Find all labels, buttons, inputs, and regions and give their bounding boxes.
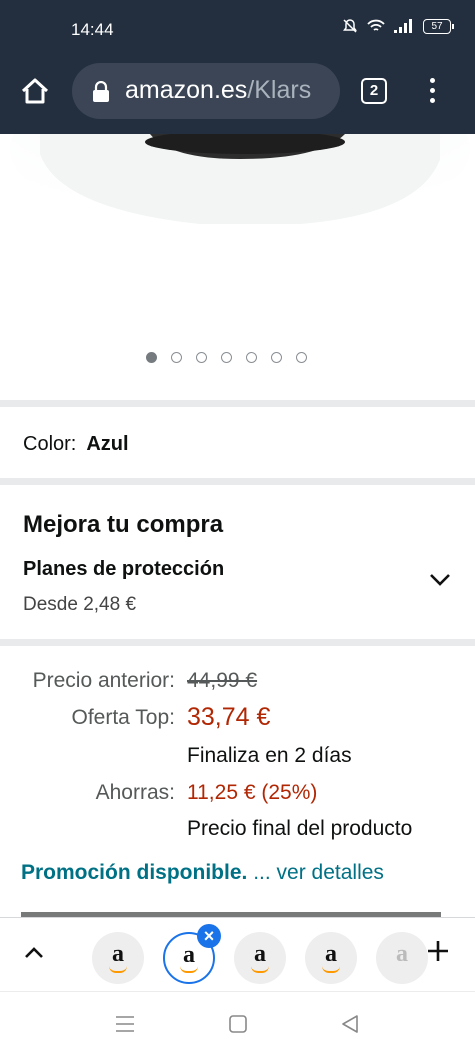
home-icon[interactable] xyxy=(20,76,50,106)
color-value: Azul xyxy=(86,433,129,455)
close-tab-icon[interactable]: × xyxy=(197,924,221,948)
tab-thumbnail[interactable]: a xyxy=(376,932,428,984)
color-selector[interactable]: Color: Azul xyxy=(23,433,129,456)
tab-thumbnail[interactable]: a xyxy=(92,932,144,984)
section-divider xyxy=(0,478,475,485)
overflow-menu-icon[interactable] xyxy=(424,75,440,105)
recent-apps-icon[interactable] xyxy=(115,1014,135,1034)
previous-price-value: 44,99 € xyxy=(187,669,258,692)
back-icon[interactable] xyxy=(340,1014,360,1034)
signal-icon xyxy=(394,19,412,33)
savings-label: Ahorras: xyxy=(95,781,175,804)
status-icons: 57 xyxy=(342,18,454,34)
image-carousel-dots[interactable] xyxy=(146,352,307,363)
carousel-dot-4[interactable] xyxy=(221,352,232,363)
section-divider xyxy=(0,400,475,407)
tab-thumbnail[interactable]: a xyxy=(305,932,357,984)
amazon-logo-icon: a xyxy=(325,941,337,967)
carousel-dot-1[interactable] xyxy=(146,352,157,363)
protection-plan-title[interactable]: Planes de protección xyxy=(23,558,224,581)
promotion-title: Promoción disponible. xyxy=(21,861,248,884)
system-home-icon[interactable] xyxy=(228,1014,248,1034)
carousel-dot-5[interactable] xyxy=(246,352,257,363)
battery-icon: 57 xyxy=(423,18,454,34)
final-price-note: Precio final del producto xyxy=(187,817,413,840)
url-host: amazon.es xyxy=(125,76,248,104)
carousel-dot-2[interactable] xyxy=(171,352,182,363)
tab-strip: a a a a a xyxy=(0,917,475,992)
system-navigation-bar xyxy=(0,991,475,1057)
mute-bell-icon xyxy=(343,19,357,33)
chevron-up-icon[interactable] xyxy=(22,945,46,961)
carousel-dot-6[interactable] xyxy=(271,352,282,363)
browser-chrome: 14:44 57 amazon.es/Klars 2 xyxy=(0,0,475,134)
url-text: amazon.es/Klars xyxy=(125,76,311,105)
status-time: 14:44 xyxy=(71,20,114,39)
amazon-logo-icon: a xyxy=(112,941,124,967)
deal-ends: Finaliza en 2 días xyxy=(187,744,352,767)
tab-switcher-button[interactable]: 2 xyxy=(361,78,387,104)
lock-icon xyxy=(93,81,109,102)
previous-price-label: Precio anterior: xyxy=(32,669,175,692)
promotion-row[interactable]: Promoción disponible. ... ver detalles xyxy=(21,861,384,885)
amazon-logo-icon: a xyxy=(396,941,408,967)
deal-price: 33,74 € xyxy=(187,703,271,731)
savings-value: 11,25 € (25%) xyxy=(187,781,318,804)
color-label: Color: xyxy=(23,433,77,455)
protection-plan-price: Desde 2,48 € xyxy=(23,594,137,615)
carousel-dot-3[interactable] xyxy=(196,352,207,363)
wifi-icon xyxy=(367,19,385,31)
chevron-down-icon[interactable] xyxy=(429,572,451,588)
amazon-logo-icon: a xyxy=(254,941,266,967)
deal-label: Oferta Top: xyxy=(71,706,175,729)
new-tab-plus-icon[interactable] xyxy=(426,939,450,963)
section-divider xyxy=(0,639,475,646)
url-bar[interactable]: amazon.es/Klars xyxy=(72,63,340,119)
upgrade-title: Mejora tu compra xyxy=(23,511,224,538)
url-path: /Klars xyxy=(247,76,312,104)
carousel-dot-7[interactable] xyxy=(296,352,307,363)
tab-thumbnail[interactable]: a xyxy=(234,932,286,984)
promotion-details-link[interactable]: ... ver detalles xyxy=(253,861,384,884)
